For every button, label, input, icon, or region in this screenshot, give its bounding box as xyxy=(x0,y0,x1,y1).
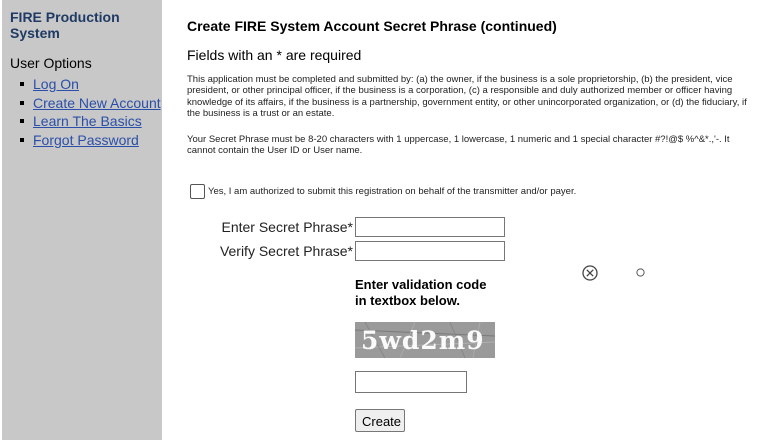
bullet-icon xyxy=(20,137,24,142)
secret-phrase-input[interactable] xyxy=(355,217,505,237)
authorize-checkbox-label: Yes, I am authorized to submit this regi… xyxy=(208,186,577,197)
authorize-checkbox[interactable] xyxy=(190,184,205,199)
log-on-link[interactable]: Log On xyxy=(33,75,79,93)
secret-phrase-label: Enter Secret Phrase* xyxy=(221,219,353,235)
authorization-instructions: This application must be completed and s… xyxy=(187,74,747,120)
captcha-text: 5wd2m9 xyxy=(361,326,485,355)
learn-the-basics-link[interactable]: Learn The Basics xyxy=(33,112,142,130)
captcha-image: 5wd2m9 xyxy=(355,322,495,358)
forgot-password-link[interactable]: Forgot Password xyxy=(33,131,139,149)
create-button[interactable]: Create xyxy=(355,409,405,432)
validation-code-input[interactable] xyxy=(355,371,467,393)
bullet-icon xyxy=(20,100,24,105)
required-fields-note: Fields with an * are required xyxy=(187,47,362,63)
sidebar: FIRE Production System User Options Log … xyxy=(2,0,162,440)
validation-code-heading: Enter validation code in textbox below. xyxy=(355,277,495,309)
verify-phrase-label: Verify Secret Phrase* xyxy=(219,243,353,259)
secret-phrase-rules: Your Secret Phrase must be 8-20 characte… xyxy=(187,134,730,157)
create-new-account-link[interactable]: Create New Account xyxy=(33,94,161,112)
bullet-icon xyxy=(20,119,24,123)
system-title: FIRE Production System xyxy=(10,9,120,41)
circle-x-icon[interactable] xyxy=(582,265,598,281)
user-options-heading: User Options xyxy=(10,55,92,71)
small-circle-icon[interactable] xyxy=(636,268,645,277)
page-title: Create FIRE System Account Secret Phrase… xyxy=(187,18,557,34)
bullet-icon xyxy=(20,82,24,86)
verify-phrase-input[interactable] xyxy=(355,241,505,261)
validation-code-heading-text: Enter validation code in textbox below. xyxy=(355,277,487,308)
